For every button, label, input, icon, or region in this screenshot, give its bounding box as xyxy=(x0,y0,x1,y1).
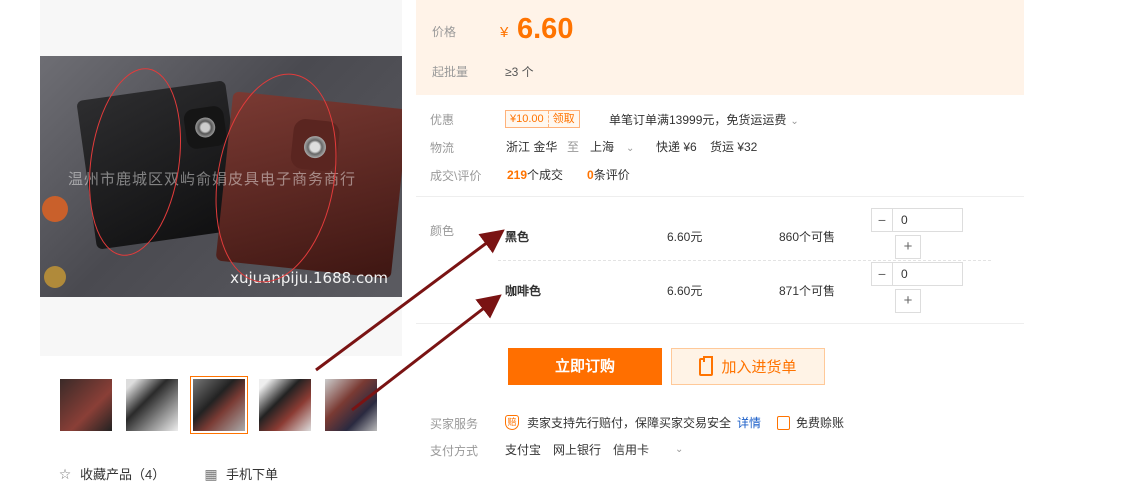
stats-label: 成交\评价 xyxy=(430,169,482,183)
sku-name-black: 黑色 xyxy=(505,230,530,244)
add-to-cart-label: 加入进货单 xyxy=(721,359,797,376)
bill-icon xyxy=(777,415,791,430)
quantity-input-coffee[interactable]: 0 xyxy=(893,262,963,286)
ship-to-city: 上海 xyxy=(590,140,615,154)
thumbnail-5[interactable] xyxy=(322,376,380,434)
payment-methods[interactable]: 支付宝 网上银行 信用卡 ⌄ xyxy=(505,441,695,458)
services-label: 买家服务 xyxy=(430,417,479,431)
coupon-amount: ¥10.00 xyxy=(506,111,549,127)
thumbnail-2[interactable] xyxy=(123,376,181,434)
deal-count[interactable]: 219个成交 xyxy=(507,166,563,183)
thumbnail-1[interactable] xyxy=(57,376,115,434)
chevron-down-icon: ⌄ xyxy=(675,444,684,455)
sku-price-coffee: 6.60元 xyxy=(667,284,703,298)
discount-info[interactable]: 单笔订单满13999元，免货运运费 ⌄ xyxy=(609,111,799,128)
chevron-down-icon: ⌄ xyxy=(626,143,635,154)
main-image-area: 温州市鹿城区双屿俞娟皮具电子商务商行 xujuanpiju.1688.com xyxy=(40,0,402,356)
decrease-button[interactable]: − xyxy=(871,262,893,286)
freight-fee: 货运 ¥32 xyxy=(710,140,758,154)
details-link[interactable]: 详情 xyxy=(737,414,761,431)
payment-method-credit-card: 信用卡 xyxy=(613,443,650,457)
price-panel xyxy=(416,0,1024,95)
review-count-text: 条评价 xyxy=(593,168,630,182)
thumbnail-4[interactable] xyxy=(256,376,314,434)
qr-code-icon: ▦ xyxy=(204,465,218,481)
sku-stock-black: 860个可售 xyxy=(779,230,836,244)
shield-icon: 赔 xyxy=(505,415,519,430)
sku-name-coffee: 咖啡色 xyxy=(505,284,542,298)
express-fee: 快递 ¥6 xyxy=(656,140,697,154)
credit-text: 免费赊账 xyxy=(796,416,845,430)
collect-product-button[interactable]: ☆ 收藏产品（4） xyxy=(57,464,166,481)
divider xyxy=(416,323,1024,324)
divider xyxy=(416,196,1024,197)
shop-url-watermark: xujuanpiju.1688.com xyxy=(230,269,388,287)
chevron-down-icon: ⌄ xyxy=(790,116,799,127)
price-label: 价格 xyxy=(432,25,457,39)
ship-to-select[interactable]: 上海 ⌄ xyxy=(590,138,634,155)
promo-label: 优惠 xyxy=(430,113,455,127)
discount-text: 单笔订单满13999元，免货运运费 xyxy=(609,113,787,127)
guarantee-text: 卖家支持先行赔付，保障买家交易安全 xyxy=(527,416,732,430)
sku-row-divider xyxy=(498,260,991,261)
ship-to-word: 至 xyxy=(567,140,580,154)
moq-value: ≥3 个 xyxy=(505,65,534,79)
buy-now-button[interactable]: 立即订购 xyxy=(508,348,662,385)
product-photo[interactable]: 温州市鹿城区双屿俞娟皮具电子商务商行 xujuanpiju.1688.com xyxy=(40,56,402,297)
star-icon: ☆ xyxy=(58,465,72,481)
ship-from: 浙江 金华 xyxy=(506,140,558,154)
quantity-input-black[interactable]: 0 xyxy=(893,208,963,232)
sku-price-black: 6.60元 xyxy=(667,230,703,244)
moq-label: 起批量 xyxy=(432,65,469,79)
shop-watermark: 温州市鹿城区双屿俞娟皮具电子商务商行 xyxy=(68,171,357,188)
collect-label: 收藏产品（4） xyxy=(80,467,166,481)
payment-method-alipay: 支付宝 xyxy=(505,443,542,457)
price-value: 6.60 xyxy=(517,13,574,45)
coupon-button[interactable]: ¥10.00 领取 xyxy=(505,110,580,128)
deal-count-num: 219 xyxy=(507,168,528,182)
increase-button-black[interactable]: + xyxy=(895,235,921,259)
guitar-keychain-decoration-2 xyxy=(44,266,66,288)
deal-count-text: 个成交 xyxy=(527,168,564,182)
quantity-stepper-black: − 0 xyxy=(871,208,963,232)
add-to-cart-button[interactable]: 加入进货单 xyxy=(671,348,825,385)
sku-label: 颜色 xyxy=(430,224,455,238)
quantity-stepper-coffee: − 0 xyxy=(871,262,963,286)
logistics-label: 物流 xyxy=(430,141,455,155)
coupon-claim: 领取 xyxy=(552,113,575,125)
guitar-keychain-decoration xyxy=(42,196,68,222)
mobile-order-button[interactable]: ▦ 手机下单 xyxy=(203,464,278,481)
clipboard-icon xyxy=(699,355,714,376)
payment-method-bank: 网上银行 xyxy=(553,443,602,457)
mobile-order-label: 手机下单 xyxy=(226,467,279,481)
decrease-button[interactable]: − xyxy=(871,208,893,232)
thumbnail-3[interactable] xyxy=(190,376,248,434)
increase-button-coffee[interactable]: + xyxy=(895,289,921,313)
sku-stock-coffee: 871个可售 xyxy=(779,284,836,298)
currency-symbol: ¥ xyxy=(500,24,509,41)
buyer-services: 赔 卖家支持先行赔付，保障买家交易安全 详情 免费赊账 xyxy=(505,414,844,431)
review-count[interactable]: 0条评价 xyxy=(587,166,630,183)
review-count-num: 0 xyxy=(587,168,594,182)
payment-label: 支付方式 xyxy=(430,444,479,458)
